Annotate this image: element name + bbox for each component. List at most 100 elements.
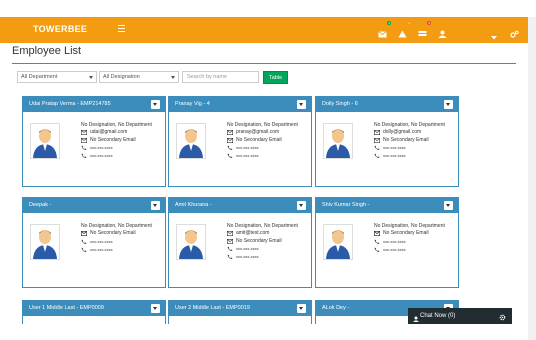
designation-text-value: No Designation, No Department <box>227 122 298 128</box>
avatar <box>176 224 206 260</box>
phone-text-value: xxx-xxx-xxxx <box>383 246 406 252</box>
top-navbar: TOWERBEE 4 1 9 <box>0 17 528 43</box>
card-header[interactable]: Pranay Vig - 4 <box>169 97 311 112</box>
phone-text-value: xxx-xxx-xxxx <box>90 144 113 150</box>
avatar <box>30 224 60 260</box>
page-title: Employee List <box>12 45 82 57</box>
avatar <box>30 123 60 159</box>
designation-text: No Designation, No Department <box>374 122 445 129</box>
chat-users-icon <box>413 313 419 329</box>
card-header[interactable]: Amit Khurana - <box>169 198 311 213</box>
tasks-icon[interactable]: 9 <box>418 21 431 36</box>
alerts-icon[interactable]: 1 <box>398 21 411 38</box>
employee-card[interactable]: Deepak - No Designation, No Department No … <box>22 197 166 288</box>
alerts-badge: 1 <box>407 21 411 25</box>
secondary-email-text-value: No Secondary Email <box>90 136 136 143</box>
employee-card[interactable]: Dolly Singh - 6 No Designation, No Depart… <box>315 96 459 187</box>
email-text-value: dolly@gmail.com <box>383 129 422 136</box>
avatar <box>323 123 353 159</box>
secondary-email-text: No Secondary Email <box>81 230 152 237</box>
email-text-value: amit@test.com <box>236 230 270 237</box>
chevron-down-icon <box>171 76 175 79</box>
card-menu-dropdown-icon[interactable] <box>444 201 453 210</box>
scrollbar[interactable] <box>528 17 536 340</box>
table-view-button[interactable]: Table View <box>263 71 289 93</box>
email-text: pranay@gmail.com <box>227 129 298 136</box>
card-header[interactable]: Deepak - <box>23 198 165 213</box>
card-menu-dropdown-icon[interactable] <box>151 100 160 109</box>
secondary-email-text-value: No Secondary Email <box>236 237 282 244</box>
brand-logo[interactable]: TOWERBEE <box>33 24 87 34</box>
chevron-down-icon[interactable] <box>491 27 500 40</box>
phone-text-value: xxx-xxx-xxxx <box>236 245 259 251</box>
secondary-email-text-value: No Secondary Email <box>383 136 429 143</box>
designation-text-value: No Designation, No Department <box>81 223 152 229</box>
phone-text-value: xxx-xxx-xxxx <box>236 144 259 150</box>
phone-text: xxx-xxx-xxxx <box>374 238 445 246</box>
department-select-value: All Department <box>21 74 58 80</box>
phone-text: xxx-xxx-xxxx <box>374 144 445 152</box>
email-text-value: udai@gmail.com <box>90 129 128 136</box>
settings-icon[interactable] <box>510 25 519 38</box>
messages-icon[interactable]: 4 <box>378 21 391 38</box>
secondary-email-text: No Secondary Email <box>227 238 298 245</box>
employee-info: No Designation, No Department No Secondar… <box>81 223 152 254</box>
secondary-email-text: No Secondary Email <box>81 137 152 144</box>
employee-info: No Designation, No Department amit@test.c… <box>227 223 298 261</box>
gear-icon[interactable] <box>499 312 506 321</box>
phone-text: xxx-xxx-xxxx <box>227 253 298 261</box>
phone-text-value: xxx-xxx-xxxx <box>236 153 259 159</box>
user-icon[interactable] <box>438 25 447 38</box>
employee-name: Shiv Kumar Singh - <box>322 202 370 208</box>
secondary-email-text-value: No Secondary Email <box>90 230 136 237</box>
designation-text: No Designation, No Department <box>81 122 152 129</box>
email-text: amit@test.com <box>227 230 298 237</box>
designation-select[interactable]: All Designation <box>99 71 179 83</box>
phone-text: xxx-xxx-xxxx <box>227 152 298 160</box>
chat-widget[interactable]: Chat Now (0) <box>408 308 512 324</box>
employee-name: Dolly Singh - 6 <box>322 101 358 107</box>
sidebar-toggle-icon[interactable] <box>118 25 125 32</box>
chevron-down-icon <box>89 76 93 79</box>
phone-text: xxx-xxx-xxxx <box>374 152 445 160</box>
secondary-email-text: No Secondary Email <box>374 230 445 237</box>
designation-text: No Designation, No Department <box>227 223 298 230</box>
card-menu-dropdown-icon[interactable] <box>297 201 306 210</box>
phone-text-value: xxx-xxx-xxxx <box>383 238 406 244</box>
department-select[interactable]: All Department <box>17 71 97 83</box>
employee-info: No Designation, No Department pranay@gmai… <box>227 122 298 160</box>
card-menu-dropdown-icon[interactable] <box>444 100 453 109</box>
designation-text-value: No Designation, No Department <box>374 122 445 128</box>
card-menu-dropdown-icon[interactable] <box>151 201 160 210</box>
tasks-badge: 9 <box>427 21 431 25</box>
employee-card[interactable]: Amit Khurana - No Designation, No Departm… <box>168 197 312 288</box>
designation-text-value: No Designation, No Department <box>374 223 445 229</box>
phone-text-value: xxx-xxx-xxxx <box>383 144 406 150</box>
card-menu-dropdown-icon[interactable] <box>297 304 306 313</box>
card-header[interactable]: Udai Pratap Verma - EMP214785 <box>23 97 165 112</box>
phone-text-value: xxx-xxx-xxxx <box>90 246 113 252</box>
employee-card[interactable]: Pranay Vig - 4 No Designation, No Departm… <box>168 96 312 187</box>
phone-text: xxx-xxx-xxxx <box>81 144 152 152</box>
card-menu-dropdown-icon[interactable] <box>297 100 306 109</box>
employee-name: ALok Dey - <box>322 305 350 311</box>
card-header[interactable]: User 2 Middle Last - EMP0019 <box>169 301 311 316</box>
title-divider <box>12 63 516 64</box>
employee-card[interactable]: User 1 Middle Last - EMP0009 <box>22 300 166 324</box>
card-header[interactable]: User 1 Middle Last - EMP0009 <box>23 301 165 316</box>
employee-info: No Designation, No Department udai@gmail.… <box>81 122 152 160</box>
card-header[interactable]: Dolly Singh - 6 <box>316 97 458 112</box>
employee-card[interactable]: User 2 Middle Last - EMP0019 <box>168 300 312 324</box>
chat-label: Chat Now (0) <box>420 313 456 319</box>
messages-badge: 4 <box>387 21 391 25</box>
search-input[interactable]: Search by name <box>182 71 259 83</box>
card-menu-dropdown-icon[interactable] <box>151 304 160 313</box>
card-header[interactable]: Shiv Kumar Singh - <box>316 198 458 213</box>
phone-text: xxx-xxx-xxxx <box>81 246 152 254</box>
employee-card[interactable]: Shiv Kumar Singh - No Designation, No Dep… <box>315 197 459 288</box>
secondary-email-text-value: No Secondary Email <box>383 230 429 237</box>
employee-name: Amit Khurana - <box>175 202 212 208</box>
employee-card[interactable]: Udai Pratap Verma - EMP214785 No Designat… <box>22 96 166 187</box>
employee-info: No Designation, No Department No Secondar… <box>374 223 445 254</box>
employee-name: Deepak - <box>29 202 52 208</box>
